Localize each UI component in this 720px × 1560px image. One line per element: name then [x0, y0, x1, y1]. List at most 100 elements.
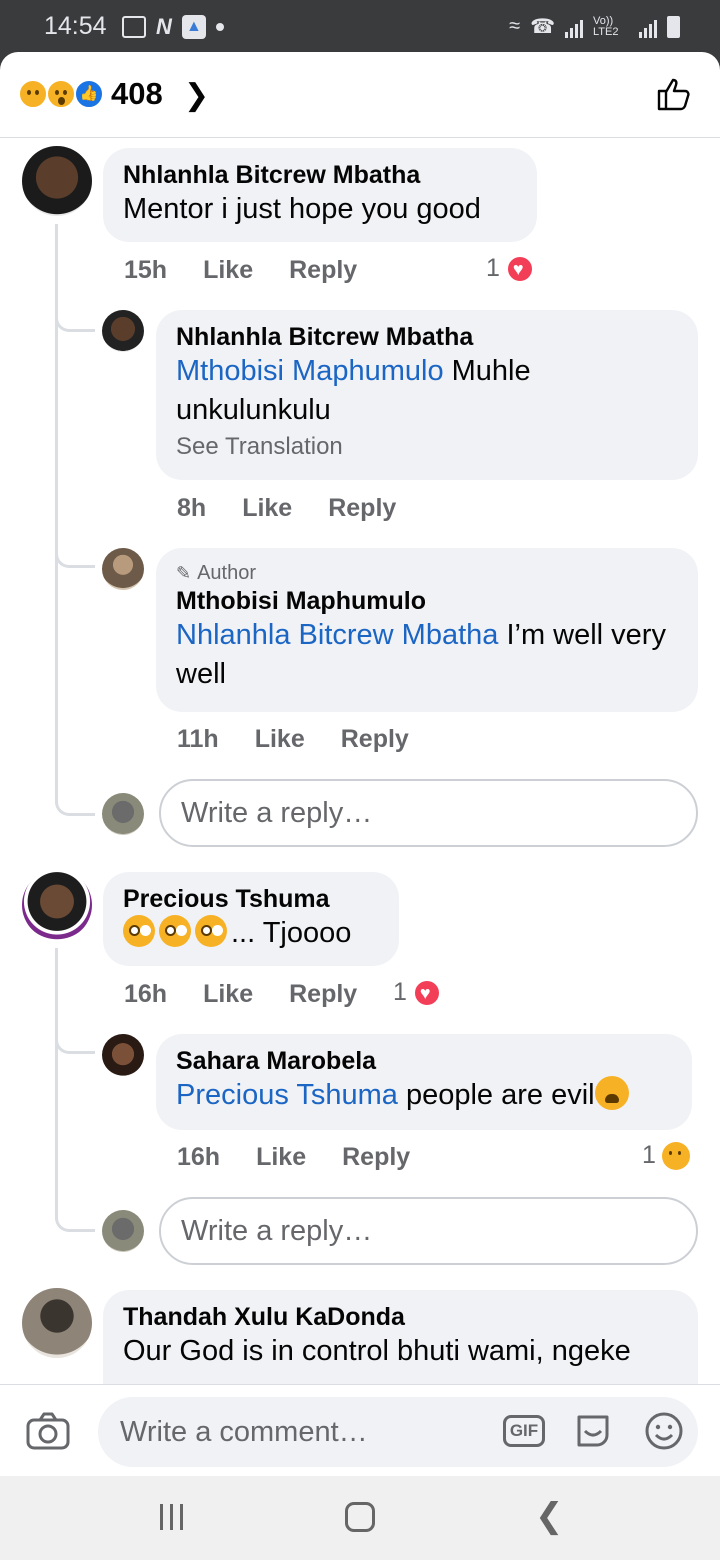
thumbs-up-icon[interactable] — [656, 76, 692, 112]
reply-input[interactable]: Write a reply… — [159, 779, 698, 847]
heart-reaction-icon — [505, 254, 534, 283]
signal-icon-1 — [565, 16, 583, 38]
flushed-emoji-icon — [159, 915, 191, 947]
avatar[interactable] — [22, 146, 92, 216]
reply-bubble[interactable]: ✎ Author Mthobisi Maphumulo Nhlanhla Bit… — [156, 548, 698, 712]
reply-time[interactable]: 8h — [177, 494, 206, 523]
avatar[interactable] — [22, 1288, 92, 1358]
comment-composer: Write a comment… GIF — [0, 1384, 720, 1476]
sad-reaction-icon — [661, 1141, 690, 1170]
reply-bubble[interactable]: Nhlanhla Bitcrew Mbatha Mthobisi Maphumu… — [156, 310, 698, 480]
flushed-emoji-icon — [123, 915, 155, 947]
back-icon[interactable]: ❮ — [535, 1496, 564, 1536]
reply-author-name[interactable]: Nhlanhla Bitcrew Mbatha — [176, 322, 678, 352]
like-button[interactable]: Like — [242, 494, 292, 523]
comment-author-name[interactable]: Thandah Xulu KaDonda — [123, 1302, 678, 1332]
comments-sheet: 👍 408 ❯ Nhlanhla Bitcrew Mbatha Mentor i… — [0, 52, 720, 1476]
thread-connector — [55, 1202, 95, 1232]
emoji-icon[interactable] — [644, 1411, 684, 1451]
crying-emoji-icon — [594, 1076, 629, 1110]
sad-reaction-icon — [18, 79, 48, 109]
comment-text: Our God is in control bhuti wami, ngeke — [123, 1335, 631, 1367]
comment-actions: 16h Like Reply — [124, 980, 357, 1009]
rocket-notification-icon: ▲ — [181, 15, 206, 39]
comment-author-name[interactable]: Nhlanhla Bitcrew Mbatha — [123, 160, 517, 190]
thread-connector — [55, 538, 95, 568]
avatar[interactable] — [102, 548, 144, 590]
reply-bubble[interactable]: Sahara Marobela Precious Tshuma people a… — [156, 1034, 692, 1130]
comment-text: ... Tjoooo — [231, 917, 352, 949]
signal-icon-2 — [639, 16, 657, 38]
author-badge: ✎ Author — [176, 560, 678, 586]
mention-link[interactable]: Mthobisi Maphumulo — [176, 355, 444, 387]
comment-time[interactable]: 16h — [124, 980, 167, 1009]
home-icon[interactable] — [345, 1502, 375, 1532]
author-badge-label: Author — [197, 562, 257, 584]
comment-actions: 15h Like Reply — [124, 256, 357, 285]
chevron-right-icon[interactable]: ❯ — [184, 78, 209, 113]
comment-text: Mentor i just hope you good — [123, 193, 481, 225]
comment-reaction-summary[interactable]: 1 — [486, 254, 534, 283]
comment-bubble[interactable]: Precious Tshuma ... Tjoooo — [103, 872, 399, 966]
reply-button[interactable]: Reply — [328, 494, 396, 523]
reply-actions: 11h Like Reply — [177, 725, 409, 754]
flushed-emoji-icon — [195, 915, 227, 947]
like-button[interactable]: Like — [256, 1143, 306, 1172]
reply-input[interactable]: Write a reply… — [159, 1197, 698, 1265]
thread-connector — [55, 1024, 95, 1054]
status-time: 14:54 — [44, 12, 107, 40]
system-nav-bar: ❮ — [0, 1476, 720, 1560]
pencil-icon: ✎ — [176, 563, 192, 583]
reply-time[interactable]: 16h — [177, 1143, 220, 1172]
camera-icon[interactable] — [26, 1411, 70, 1451]
thread-connector — [55, 302, 95, 332]
reaction-count-label: 1 — [486, 254, 500, 282]
reply-actions: 16h Like Reply — [177, 1143, 410, 1172]
like-button[interactable]: Like — [255, 725, 305, 754]
status-bar: 14:54 N ▲ ≈ ☎ Vo)) LTE2 — [0, 0, 720, 56]
recents-icon[interactable] — [160, 1504, 183, 1530]
more-notifications-dot-icon — [215, 23, 224, 31]
network-type-label: Vo)) LTE2 — [593, 14, 619, 38]
gallery-notification-icon — [122, 16, 146, 38]
comment-bubble[interactable]: Nhlanhla Bitcrew Mbatha Mentor i just ho… — [103, 148, 537, 242]
mention-link[interactable]: Nhlanhla Bitcrew Mbatha — [176, 619, 498, 651]
like-button[interactable]: Like — [203, 980, 253, 1009]
reply-time[interactable]: 11h — [177, 725, 219, 754]
wow-reaction-icon — [46, 79, 76, 109]
wifi-icon: ≈ — [509, 15, 521, 37]
mention-link[interactable]: Precious Tshuma — [176, 1079, 398, 1111]
see-translation-link[interactable]: See Translation — [176, 430, 678, 464]
thread-line — [55, 948, 58, 1220]
battery-icon — [667, 15, 680, 38]
reply-button[interactable]: Reply — [289, 980, 357, 1009]
reply-button[interactable]: Reply — [342, 1143, 410, 1172]
call-icon: ☎ — [530, 16, 555, 38]
reaction-count-label: 1 — [393, 978, 407, 1006]
like-reaction-icon: 👍 — [74, 79, 104, 109]
reply-reaction-summary[interactable]: 1 — [642, 1141, 690, 1170]
sticker-icon[interactable] — [573, 1411, 613, 1451]
comment-reaction-summary[interactable]: 1 — [393, 978, 441, 1007]
reply-button[interactable]: Reply — [341, 725, 409, 754]
current-user-avatar — [102, 1210, 144, 1252]
n-app-notification-icon: N — [156, 14, 172, 39]
reply-button[interactable]: Reply — [289, 256, 357, 285]
avatar[interactable] — [102, 1034, 144, 1076]
reply-author-name[interactable]: Sahara Marobela — [176, 1046, 672, 1076]
reaction-count-label: 1 — [642, 1141, 656, 1169]
reply-text: people are evil — [405, 1079, 595, 1111]
reactions-header[interactable]: 👍 408 ❯ — [0, 52, 720, 138]
comment-time[interactable]: 15h — [124, 256, 167, 285]
gif-button[interactable]: GIF — [503, 1415, 545, 1447]
avatar[interactable] — [22, 870, 92, 940]
comment-author-name[interactable]: Precious Tshuma — [123, 884, 379, 914]
reply-actions: 8h Like Reply — [177, 494, 396, 523]
avatar[interactable] — [102, 310, 144, 352]
current-user-avatar — [102, 793, 144, 835]
reaction-count[interactable]: 408 — [111, 76, 163, 112]
like-button[interactable]: Like — [203, 256, 253, 285]
reply-author-name[interactable]: Mthobisi Maphumulo — [176, 586, 678, 616]
heart-reaction-icon — [412, 978, 441, 1007]
thread-connector — [55, 786, 95, 816]
